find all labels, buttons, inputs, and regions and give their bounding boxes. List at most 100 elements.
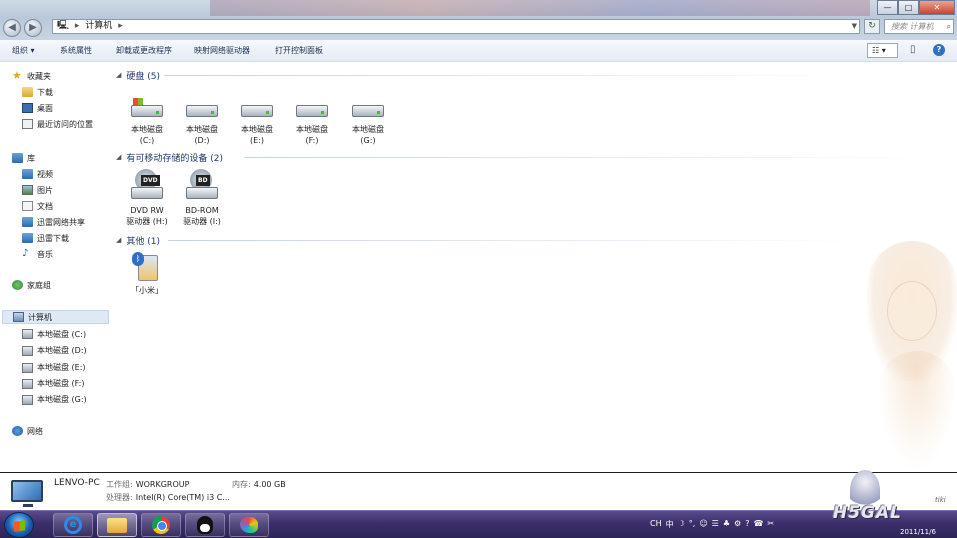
settings-icon[interactable]: ⚙: [734, 519, 741, 530]
preview-pane-icon[interactable]: ▯: [910, 44, 916, 55]
search-icon: ⌕: [946, 22, 951, 31]
drive-letter: (D:): [194, 136, 210, 145]
nav-documents[interactable]: 文档: [22, 199, 53, 213]
tray-language[interactable]: CH: [650, 519, 662, 530]
breadcrumb-computer[interactable]: 计算机: [85, 21, 112, 31]
memory-key: 内存:: [232, 480, 251, 489]
nav-xunlei-share[interactable]: 迅雷网络共享: [22, 215, 85, 229]
punctuation-icon[interactable]: °,: [689, 519, 696, 530]
nav-drive-c[interactable]: 本地磁盘 (C:): [22, 327, 86, 341]
map-network-drive-button[interactable]: 映射网络驱动器: [194, 45, 250, 56]
refresh-button[interactable]: ↻: [864, 19, 880, 34]
system-properties-button[interactable]: 系统属性: [60, 45, 92, 56]
pictures-icon: [22, 185, 33, 195]
start-button[interactable]: [4, 512, 34, 538]
processor-info: 处理器: Intel(R) Core(TM) i3 C...: [106, 492, 230, 503]
open-control-panel-button[interactable]: 打开控制面板: [275, 45, 323, 56]
nav-favorites[interactable]: ★ 收藏夹: [12, 69, 51, 83]
device-tile-xiaomi[interactable]: ᛒ 「小米」: [121, 252, 173, 296]
close-button[interactable]: ✕: [919, 0, 955, 15]
phone-icon[interactable]: ☎: [753, 519, 763, 530]
nav-recent-places[interactable]: 最近访问的位置: [22, 117, 93, 131]
optical-drive-tile-i[interactable]: BD BD-ROM 驱动器 (I:): [176, 169, 228, 227]
nav-drive-g[interactable]: 本地磁盘 (G:): [22, 392, 87, 406]
search-input[interactable]: 搜索 计算机 ⌕: [884, 19, 954, 34]
forward-button[interactable]: ▶: [24, 19, 42, 37]
breadcrumb-arrow[interactable]: ▸: [118, 21, 123, 31]
drive-tile-g[interactable]: 本地磁盘 (G:): [342, 98, 394, 146]
drive-type: DVD RW: [130, 206, 164, 215]
clock-date[interactable]: 2011/11/6: [900, 528, 936, 536]
nav-drive-f[interactable]: 本地磁盘 (F:): [22, 376, 84, 390]
help-icon[interactable]: ?: [933, 44, 945, 56]
system-tray: CH 中 ☽ °, ☺ ☰ ♣ ⚙ ? ☎ ✂: [650, 519, 774, 530]
search-placeholder: 搜索 计算机: [891, 22, 934, 31]
nav-drive-e[interactable]: 本地磁盘 (E:): [22, 360, 86, 374]
taskbar-qq[interactable]: [185, 513, 225, 537]
nav-label: 音乐: [37, 249, 53, 259]
nav-desktop[interactable]: 桌面: [22, 101, 53, 115]
moon-icon[interactable]: ☽: [678, 519, 685, 530]
group-header-removable[interactable]: ◢ 有可移动存储的设备 (2): [116, 151, 944, 164]
minimize-button[interactable]: —: [877, 0, 898, 15]
uninstall-program-button[interactable]: 卸载或更改程序: [116, 45, 172, 56]
nav-label: 本地磁盘 (C:): [37, 329, 87, 339]
nav-computer[interactable]: 计算机: [2, 310, 109, 324]
collapse-icon: ◢: [116, 236, 122, 244]
tray-app-icon[interactable]: ♣: [723, 519, 730, 530]
address-bar[interactable]: 🖳 ▸ 计算机 ▸ ▼: [52, 19, 860, 34]
group-divider: [244, 157, 944, 158]
taskbar-ie[interactable]: e: [53, 513, 93, 537]
file-explorer-icon: [107, 517, 127, 533]
maximize-button[interactable]: □: [898, 0, 919, 15]
back-button[interactable]: ◀: [3, 19, 21, 37]
drive-name: 本地磁盘: [186, 125, 218, 134]
nav-label: 本地磁盘 (G:): [37, 394, 87, 404]
nav-drive-d[interactable]: 本地磁盘 (D:): [22, 343, 87, 357]
content-pane: ◢ 硬盘 (5) 本地磁盘 (C:) 本地磁盘 (D:) 本地磁盘 (E:) 本…: [112, 63, 957, 472]
tray-ime[interactable]: 中: [666, 519, 674, 530]
folder-icon: [22, 87, 33, 97]
nav-downloads[interactable]: 下载: [22, 85, 53, 99]
group-header-hdd[interactable]: ◢ 硬盘 (5): [116, 69, 864, 82]
nav-videos[interactable]: 视频: [22, 167, 53, 181]
dvd-drive-icon: DVD: [131, 169, 163, 203]
drive-tile-f[interactable]: 本地磁盘 (F:): [286, 98, 338, 146]
command-bar: 组织 ▾ 系统属性 卸载或更改程序 映射网络驱动器 打开控制面板 ☷ ▾ ▯ ?: [0, 40, 957, 62]
drive-tile-d[interactable]: 本地磁盘 (D:): [176, 98, 228, 146]
emoticon-icon[interactable]: ☺: [699, 519, 707, 530]
help-tray-icon[interactable]: ?: [745, 519, 749, 530]
address-dropdown-icon[interactable]: ▼: [852, 20, 857, 33]
optical-drive-tile-h[interactable]: DVD DVD RW 驱动器 (H:): [121, 169, 173, 227]
drive-tile-c[interactable]: 本地磁盘 (C:): [121, 98, 173, 146]
group-divider: [164, 75, 864, 76]
nav-homegroup[interactable]: 家庭组: [12, 278, 51, 292]
nav-label: 收藏夹: [27, 71, 51, 81]
workgroup-info: 工作组: WORKGROUP: [106, 479, 189, 490]
nav-libraries[interactable]: 库: [12, 151, 35, 165]
group-header-other[interactable]: ◢ 其他 (1): [116, 234, 868, 247]
nav-music[interactable]: ♪ 音乐: [22, 247, 53, 261]
organize-menu[interactable]: 组织 ▾: [12, 45, 35, 56]
artist-signature: tiki: [935, 496, 946, 504]
qq-icon: [197, 516, 213, 534]
nav-xunlei-download[interactable]: 迅雷下载: [22, 231, 69, 245]
taskbar-chrome[interactable]: [141, 513, 181, 537]
wallpaper-character-image: [857, 241, 957, 471]
drive-name: 本地磁盘: [131, 125, 163, 134]
drive-tile-e[interactable]: 本地磁盘 (E:): [231, 98, 283, 146]
nav-network[interactable]: 网络: [12, 424, 43, 438]
nav-label: 图片: [37, 185, 53, 195]
nav-pictures[interactable]: 图片: [22, 183, 53, 197]
paint-icon: [240, 517, 258, 533]
taskbar-paint[interactable]: [229, 513, 269, 537]
workgroup-value: WORKGROUP: [135, 480, 190, 489]
documents-icon: [22, 201, 33, 211]
view-options-button[interactable]: ☷ ▾: [867, 43, 898, 58]
taskbar-explorer[interactable]: [97, 513, 137, 537]
computer-icon: [13, 312, 24, 322]
menu-icon[interactable]: ☰: [712, 519, 719, 530]
scissors-icon[interactable]: ✂: [767, 519, 774, 530]
collapse-icon: ◢: [116, 71, 122, 79]
device-name: 「小米」: [131, 286, 163, 295]
